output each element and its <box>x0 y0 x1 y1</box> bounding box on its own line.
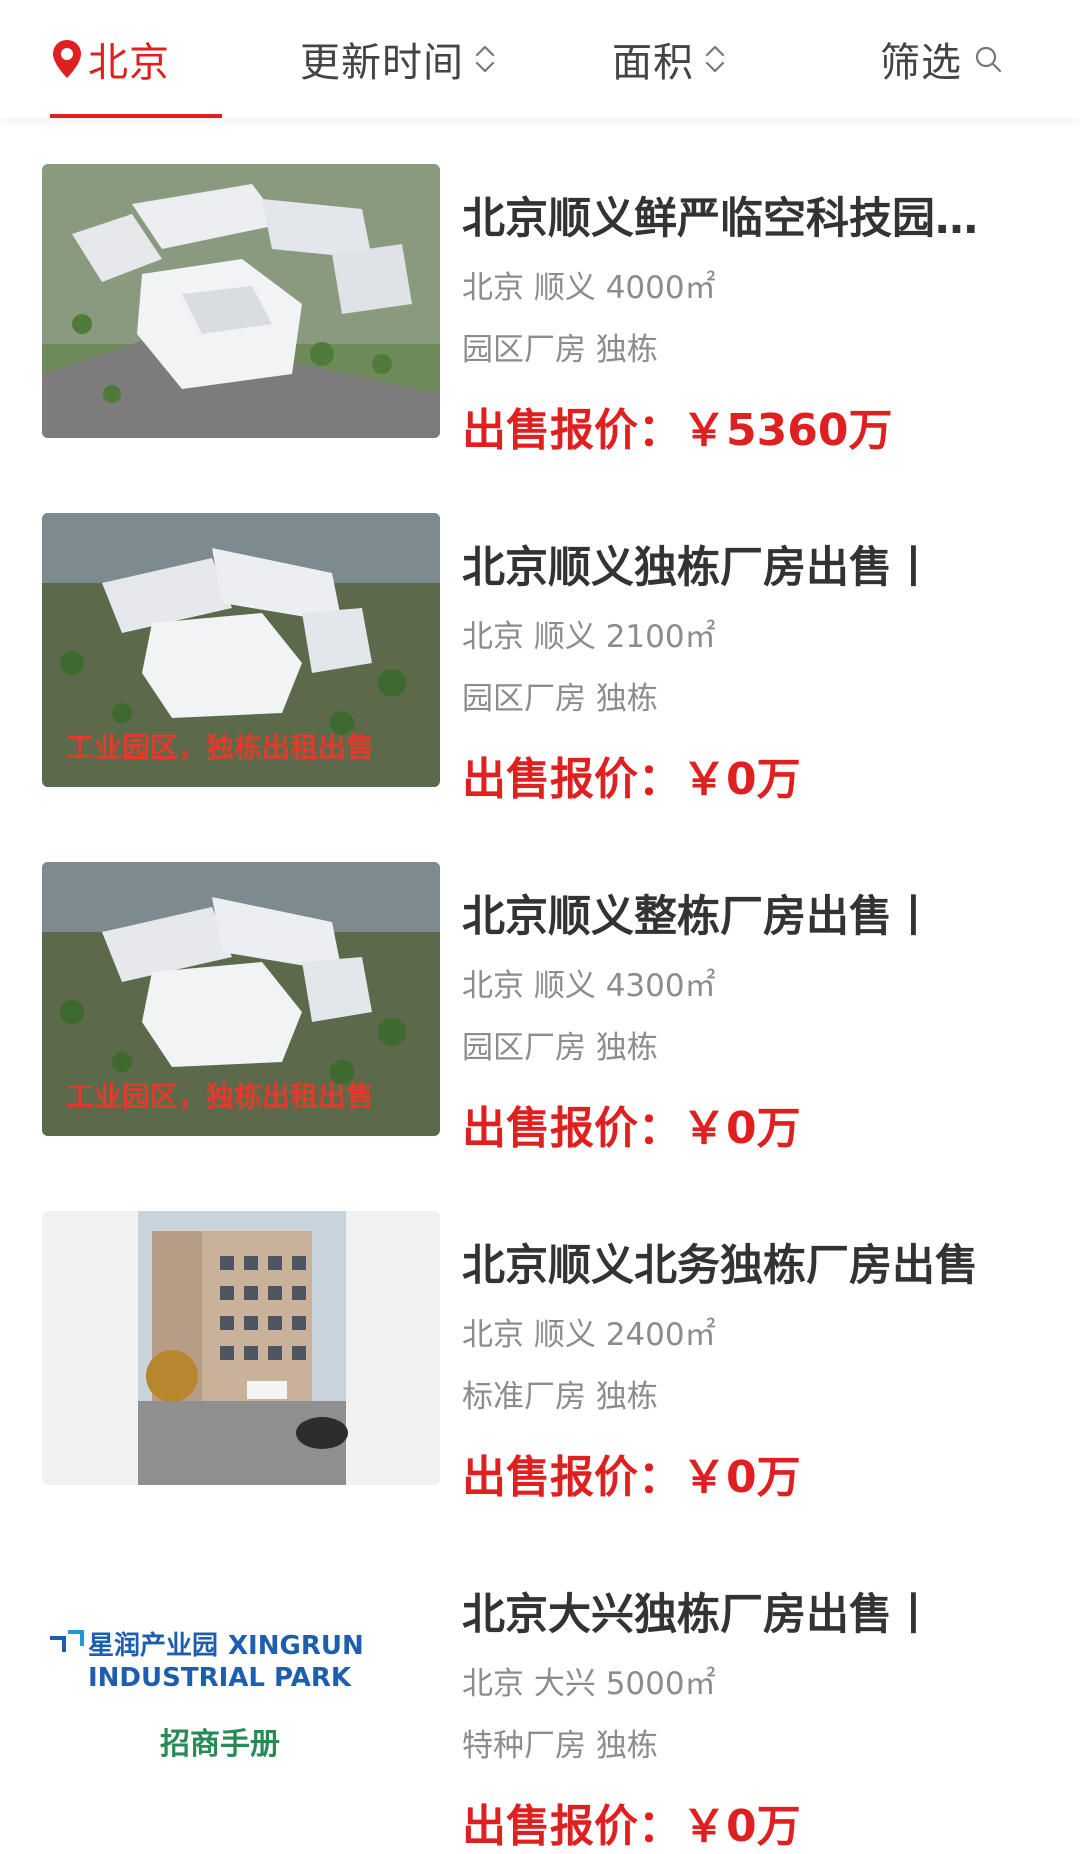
aerial-building-image: 工业园区，独栋出租出售 <box>42 862 440 1136</box>
aerial-building-image <box>42 164 440 438</box>
listing-location: 北京 大兴 5000㎡ <box>462 1666 716 1702</box>
brochure-cover-image: 星润产业园 XINGRUN INDUSTRIAL PARK 招商手册 <box>42 1560 440 1834</box>
sort-updown-icon <box>705 45 725 73</box>
sort-area-label: 面积 <box>612 40 694 86</box>
location-pin-icon <box>53 40 81 78</box>
active-tab-underline <box>50 114 222 118</box>
sort-by-update-time[interactable]: 更新时间 <box>300 0 496 118</box>
listing-tags: 园区厂房 独栋 <box>462 332 658 368</box>
logo-en-1: XINGRUN <box>228 1631 364 1661</box>
image-caption: 工业园区，独栋出租出售 <box>66 731 374 764</box>
sort-by-area[interactable]: 面积 <box>612 0 726 118</box>
listing-title[interactable]: 北京顺义独栋厂房出售丨 <box>462 533 1002 595</box>
image-caption: 工业园区，独栋出租出售 <box>66 1080 374 1113</box>
listing-item[interactable]: 北京顺义鲜严临空科技园区独栋厂房出售 北京 顺义 4000㎡ 园区厂房 独栋 出… <box>0 138 1080 456</box>
search-icon <box>975 46 1002 73</box>
listing-tags: 园区厂房 独栋 <box>462 1030 658 1066</box>
listing-title[interactable]: 北京顺义鲜严临空科技园区独栋厂房出售 <box>462 184 1002 246</box>
listing-tags: 标准厂房 独栋 <box>462 1379 658 1415</box>
sort-updown-icon <box>475 45 495 73</box>
listing-item[interactable]: 北京顺义北务独栋厂房出售 北京 顺义 2400㎡ 标准厂房 独栋 出售报价：￥0… <box>0 1185 1080 1503</box>
listing-location: 北京 顺义 4000㎡ <box>462 270 716 306</box>
logo-en-2: INDUSTRIAL PARK <box>88 1663 352 1693</box>
listing-title[interactable]: 北京顺义整栋厂房出售丨 <box>462 882 1002 944</box>
listing-thumbnail[interactable]: 工业园区，独栋出租出售 <box>42 862 440 1136</box>
city-selector[interactable]: 北京 <box>50 0 222 118</box>
listing-title[interactable]: 北京顺义北务独栋厂房出售 <box>462 1231 1002 1293</box>
listing-location: 北京 顺义 4300㎡ <box>462 968 716 1004</box>
listing-location: 北京 顺义 2400㎡ <box>462 1317 716 1353</box>
filter-label: 筛选 <box>880 40 962 86</box>
listing-price: 出售报价：￥0万 <box>462 1801 801 1852</box>
listing-price: 出售报价：￥0万 <box>462 1452 801 1503</box>
sort-update-label: 更新时间 <box>300 40 464 86</box>
listing-thumbnail[interactable]: 星润产业园 XINGRUN INDUSTRIAL PARK 招商手册 <box>42 1560 440 1834</box>
listing-tags: 特种厂房 独栋 <box>462 1728 658 1764</box>
listing-price: 出售报价：￥5360万 <box>462 405 893 456</box>
listing-item[interactable]: 星润产业园 XINGRUN INDUSTRIAL PARK 招商手册 北京大兴独… <box>0 1534 1080 1852</box>
filter-bar: 北京 更新时间 面积 筛选 <box>0 0 1080 118</box>
listing-thumbnail[interactable] <box>42 164 440 438</box>
listing-price: 出售报价：￥0万 <box>462 754 801 805</box>
listing-title[interactable]: 北京大兴独栋厂房出售丨 <box>462 1580 1002 1642</box>
listing-thumbnail[interactable] <box>42 1211 440 1485</box>
listing-location: 北京 顺义 2100㎡ <box>462 619 716 655</box>
listing-price: 出售报价：￥0万 <box>462 1103 801 1154</box>
logo-sub: 招商手册 <box>160 1727 280 1762</box>
aerial-building-image: 工业园区，独栋出租出售 <box>42 513 440 787</box>
logo-cn: 星润产业园 <box>88 1630 218 1661</box>
listing-item[interactable]: 工业园区，独栋出租出售 北京顺义独栋厂房出售丨 北京 顺义 2100㎡ 园区厂房… <box>0 487 1080 805</box>
listing-tags: 园区厂房 独栋 <box>462 681 658 717</box>
listing-thumbnail[interactable]: 工业园区，独栋出租出售 <box>42 513 440 787</box>
building-photo <box>42 1211 440 1485</box>
filter-button[interactable]: 筛选 <box>880 0 1002 118</box>
city-label: 北京 <box>88 40 170 86</box>
listing-item[interactable]: 工业园区，独栋出租出售 北京顺义整栋厂房出售丨 北京 顺义 4300㎡ 园区厂房… <box>0 836 1080 1154</box>
